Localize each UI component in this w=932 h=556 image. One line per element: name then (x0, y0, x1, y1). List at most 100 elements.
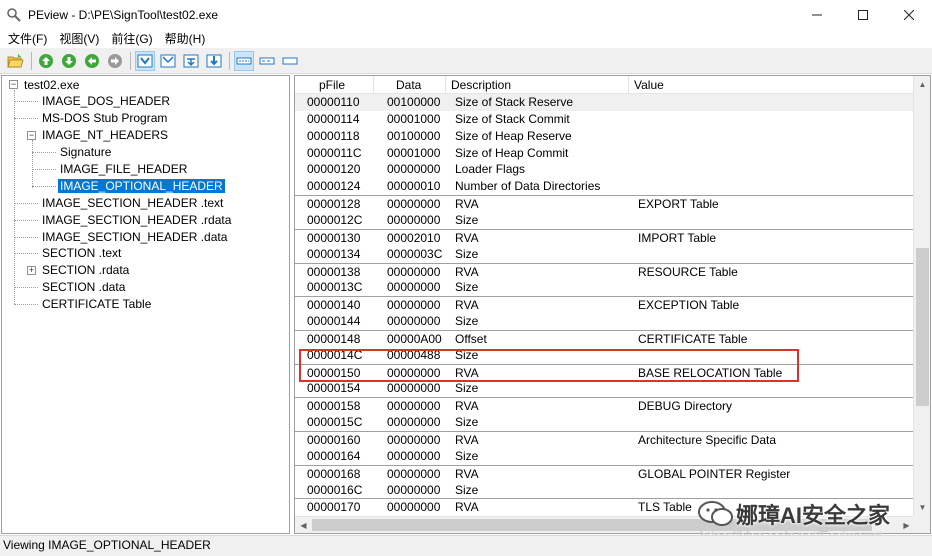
maximize-button[interactable] (840, 0, 886, 29)
scroll-left-arrow-icon[interactable]: ◀ (295, 517, 312, 533)
tree-connector (14, 101, 38, 102)
cell-pfile: 00000158 (307, 399, 361, 414)
cell-description: RVA (455, 298, 479, 313)
expand-icon[interactable]: + (27, 266, 36, 275)
tree-item-section-header-data[interactable]: IMAGE_SECTION_HEADER .data (40, 229, 229, 245)
cell-description: Size of Heap Reserve (455, 128, 572, 143)
scroll-up-arrow-icon[interactable]: ▲ (914, 76, 930, 93)
cell-pfile: 00000154 (307, 381, 361, 396)
cell-description: RVA (455, 197, 479, 212)
table-row[interactable]: 00000118 00100000 Size of Heap Reserve (295, 128, 915, 145)
menu-view[interactable]: 视图(V) (53, 30, 105, 47)
table-row[interactable]: 00000158 00000000 RVA DEBUG Directory (295, 397, 915, 414)
open-icon[interactable] (6, 51, 26, 71)
table-row[interactable]: 00000168 00000000 RVA GLOBAL POINTER Regist… (295, 464, 915, 482)
tree-connector (32, 169, 56, 170)
horizontal-scrollbar[interactable]: ◀ ▶ (295, 516, 915, 533)
table-row[interactable]: 00000134 0000003C Size (295, 246, 915, 263)
down-icon[interactable] (59, 51, 79, 71)
view-list-icon[interactable] (234, 50, 254, 71)
table-row[interactable]: 00000154 00000000 Size (295, 380, 915, 397)
forward-icon[interactable] (105, 51, 125, 71)
minimize-button[interactable] (794, 0, 840, 29)
menu-file[interactable]: 文件(F) (2, 30, 53, 47)
cell-value (629, 94, 915, 111)
table-row[interactable]: 00000110 00100000 Size of Stack Reserve (295, 94, 915, 111)
cell-value: BASE RELOCATION Table (638, 365, 783, 380)
table-row[interactable]: 00000144 00000000 Size (295, 313, 915, 330)
column-header-value[interactable]: Value (629, 76, 915, 94)
table-row[interactable]: 00000130 00002010 RVA IMPORT Table (295, 228, 915, 246)
cell-description: RVA (455, 500, 479, 515)
cell-data: 00001000 (387, 145, 441, 160)
vertical-scrollbar[interactable]: ▲ ▼ (913, 76, 930, 516)
table-row[interactable]: 00000138 00000000 RVA RESOURCE Table (295, 262, 915, 280)
cell-data: 00000000 (387, 280, 441, 295)
cell-description: Size (455, 246, 479, 261)
table-row[interactable]: 00000140 00000000 RVA EXCEPTION Table (295, 296, 915, 313)
table-row[interactable]: 00000124 00000010 Number of Data Directori… (295, 178, 915, 195)
vertical-scroll-thumb[interactable] (916, 248, 929, 406)
column-header-description[interactable]: Description (446, 76, 629, 94)
tree-item-section-header-rdata[interactable]: IMAGE_SECTION_HEADER .rdata (40, 212, 233, 228)
tree-item-nt-headers[interactable]: IMAGE_NT_HEADERS (40, 127, 170, 143)
column-header-pfile[interactable]: pFile (295, 76, 374, 94)
cell-pfile: 0000015C (307, 415, 363, 430)
column-header-data[interactable]: Data (374, 76, 446, 94)
tree-item-section-rdata[interactable]: SECTION .rdata (40, 262, 131, 278)
table-row[interactable]: 00000120 00000000 Loader Flags (295, 161, 915, 178)
menu-go[interactable]: 前往(G) (105, 30, 158, 47)
tree-item-label: test02.exe (24, 78, 80, 92)
tree-item-root[interactable]: test02.exe (22, 77, 81, 93)
view-list3-icon[interactable] (280, 51, 300, 71)
table-row[interactable]: 00000128 00000000 RVA EXPORT Table (295, 195, 915, 212)
table-row[interactable]: 0000012C 00000000 Size (295, 212, 915, 229)
up-icon[interactable] (36, 51, 56, 71)
collapse-icon[interactable]: − (27, 131, 36, 140)
table-row[interactable]: 00000160 00000000 RVA Architecture Specific… (295, 431, 915, 448)
table-row[interactable]: 00000170 00000000 RVA TLS Table (295, 498, 915, 515)
tree-item-certificate-table[interactable]: CERTIFICATE Table (40, 296, 153, 312)
view-dwords-icon[interactable] (181, 51, 201, 71)
cell-value (629, 161, 915, 178)
tree-item-dos-header[interactable]: IMAGE_DOS_HEADER (40, 93, 172, 109)
cell-value: TLS Table (638, 500, 692, 515)
menu-help[interactable]: 帮助(H) (159, 30, 212, 47)
table-row[interactable]: 00000114 00001000 Size of Stack Commit (295, 111, 915, 128)
table-row[interactable]: 0000013C 00000000 Size (295, 279, 915, 296)
table-row[interactable]: 00000148 00000A00 Offset CERTIFICATE Table (295, 329, 915, 347)
collapse-icon[interactable]: − (9, 80, 18, 89)
table-row[interactable]: 0000016C 00000000 Size (295, 482, 915, 499)
tree-item-optional-header[interactable]: IMAGE_OPTIONAL_HEADER (58, 178, 225, 194)
cell-description: Size (455, 347, 479, 362)
view-words-icon[interactable] (158, 51, 178, 71)
tree-item-section-data[interactable]: SECTION .data (40, 279, 127, 295)
table-row[interactable]: 0000015C 00000000 Size (295, 414, 915, 431)
tree-view[interactable]: − test02.exe IMAGE_DOS_HEADER MS-DOS Stu… (1, 75, 290, 534)
view-qwords-icon[interactable] (204, 51, 224, 71)
table-row[interactable]: 00000164 00000000 Size (295, 448, 915, 465)
details-list[interactable]: pFile Data Description Value 00000170 000… (294, 75, 931, 534)
scroll-down-arrow-icon[interactable]: ▼ (914, 499, 930, 516)
view-list2-icon[interactable] (257, 51, 277, 71)
tree-item-dos-stub[interactable]: MS-DOS Stub Program (40, 110, 169, 126)
close-button[interactable] (886, 0, 932, 29)
tree-item-signature[interactable]: Signature (58, 144, 113, 160)
cell-pfile: 00000114 (307, 111, 360, 126)
tree-item-file-header[interactable]: IMAGE_FILE_HEADER (58, 161, 189, 177)
cell-value (629, 380, 915, 397)
horizontal-scroll-thumb[interactable] (312, 519, 872, 531)
cell-pfile: 0000013C (307, 280, 363, 295)
back-icon[interactable] (82, 51, 102, 71)
view-bytes-icon[interactable] (135, 50, 155, 71)
cell-data: 00000000 (387, 162, 441, 177)
tree-item-section-text[interactable]: SECTION .text (40, 245, 123, 261)
tree-item-label: IMAGE_SECTION_HEADER .data (42, 230, 228, 244)
table-row[interactable]: 00000150 00000000 RVA BASE RELOCATION Table (295, 363, 915, 381)
cell-data: 00000A00 (387, 331, 442, 346)
cell-data: 00000000 (387, 381, 441, 396)
table-row[interactable]: 0000011C 00001000 Size of Heap Commit (295, 145, 915, 162)
table-row[interactable]: 0000014C 00000488 Size (295, 347, 915, 364)
tree-item-section-header-text[interactable]: IMAGE_SECTION_HEADER .text (40, 195, 225, 211)
tree-connector (32, 140, 33, 188)
